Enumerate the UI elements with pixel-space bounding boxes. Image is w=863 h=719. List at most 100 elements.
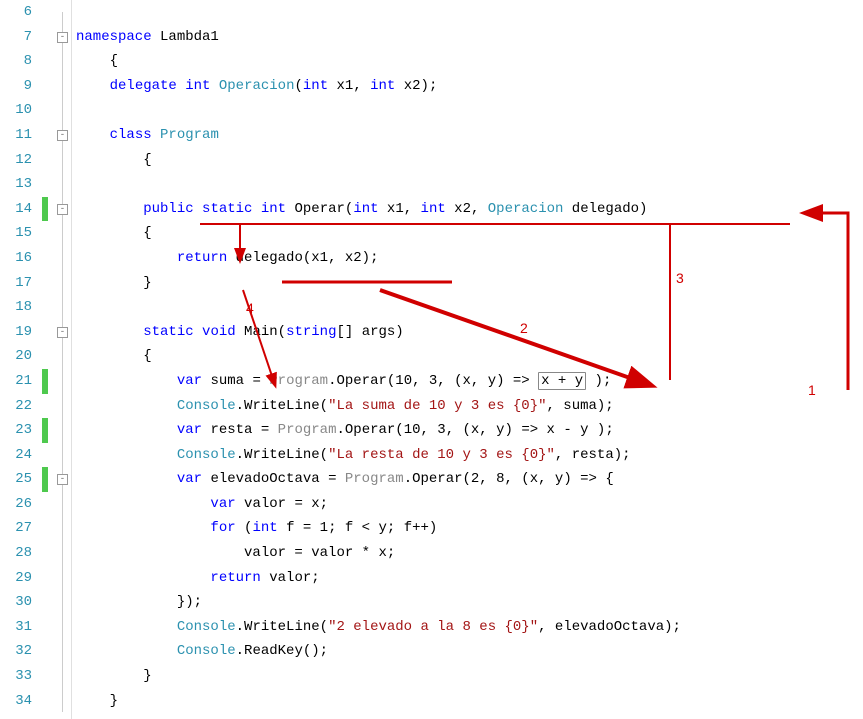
change-mark <box>42 369 48 394</box>
code-line[interactable]: var resta = Program.Operar(10, 3, (x, y)… <box>76 418 863 443</box>
code-token: delegado) <box>563 201 647 217</box>
code-token <box>76 398 177 414</box>
code-token: var <box>177 422 202 438</box>
code-line[interactable]: var suma = Program.Operar(10, 3, (x, y) … <box>76 369 863 394</box>
code-line[interactable]: }); <box>76 590 863 615</box>
line-number: 20 <box>0 344 32 369</box>
code-token <box>252 201 260 217</box>
code-token: Console <box>177 398 236 414</box>
code-token <box>76 422 177 438</box>
change-marks-column <box>40 0 54 719</box>
code-token: valor = valor * x; <box>76 545 395 561</box>
code-token: ); <box>586 373 611 389</box>
annotation-label-3: 3 <box>676 270 684 286</box>
code-token: .ReadKey(); <box>236 643 328 659</box>
code-line[interactable]: Console.WriteLine("2 elevado a la 8 es {… <box>76 615 863 640</box>
code-token: { <box>76 53 118 69</box>
code-token: int <box>370 78 395 94</box>
code-token <box>76 78 110 94</box>
code-token: Lambda1 <box>152 29 219 45</box>
code-token: x1, <box>379 201 421 217</box>
code-line[interactable] <box>76 0 863 25</box>
code-token: Console <box>177 619 236 635</box>
code-line[interactable] <box>76 172 863 197</box>
fold-toggle[interactable]: - <box>57 204 68 215</box>
code-token: int <box>303 78 328 94</box>
code-token: valor = x; <box>236 496 328 512</box>
code-token: { <box>76 152 152 168</box>
line-number: 30 <box>0 590 32 615</box>
code-line[interactable]: delegate int Operacion(int x1, int x2); <box>76 74 863 99</box>
code-line[interactable] <box>76 98 863 123</box>
code-line[interactable]: { <box>76 344 863 369</box>
fold-toggle[interactable]: - <box>57 474 68 485</box>
code-token <box>76 447 177 463</box>
code-line[interactable]: { <box>76 148 863 173</box>
code-token: , suma); <box>547 398 614 414</box>
change-mark <box>42 467 48 492</box>
code-token: int <box>252 520 277 536</box>
code-token <box>210 78 218 94</box>
code-token: .WriteLine( <box>236 447 328 463</box>
code-line[interactable]: Console.WriteLine("La resta de 10 y 3 es… <box>76 443 863 468</box>
code-token: "La resta de 10 y 3 es {0}" <box>328 447 555 463</box>
code-line[interactable]: } <box>76 689 863 714</box>
line-number: 7 <box>0 25 32 50</box>
code-token: { <box>76 225 152 241</box>
line-number: 9 <box>0 74 32 99</box>
code-line[interactable]: Console.WriteLine("La suma de 10 y 3 es … <box>76 394 863 419</box>
line-number: 23 <box>0 418 32 443</box>
code-line[interactable] <box>76 295 863 320</box>
code-token: var <box>177 373 202 389</box>
code-token: Operacion <box>488 201 564 217</box>
code-token: , elevadoOctava); <box>538 619 681 635</box>
code-line[interactable]: } <box>76 664 863 689</box>
code-token: static <box>202 201 252 217</box>
code-token: Operar( <box>286 201 353 217</box>
code-line[interactable]: class Program <box>76 123 863 148</box>
line-number: 31 <box>0 615 32 640</box>
code-line[interactable]: public static int Operar(int x1, int x2,… <box>76 197 863 222</box>
code-token: ( <box>236 520 253 536</box>
code-token <box>76 520 210 536</box>
code-line[interactable]: return delegado(x1, x2); <box>76 246 863 271</box>
code-token: x2, <box>446 201 488 217</box>
code-line[interactable]: for (int f = 1; f < y; f++) <box>76 516 863 541</box>
fold-toggle[interactable]: - <box>57 130 68 141</box>
line-number: 34 <box>0 689 32 714</box>
code-token: Program <box>278 422 337 438</box>
change-mark <box>42 197 48 222</box>
code-line[interactable]: { <box>76 221 863 246</box>
code-token <box>152 127 160 143</box>
code-token <box>194 201 202 217</box>
code-line[interactable]: var elevadoOctava = Program.Operar(2, 8,… <box>76 467 863 492</box>
code-area[interactable]: namespace Lambda1 { delegate int Operaci… <box>72 0 863 719</box>
code-token <box>177 78 185 94</box>
code-token: return <box>177 250 227 266</box>
line-number: 10 <box>0 98 32 123</box>
code-token: valor; <box>261 570 320 586</box>
code-token: .Operar(10, 3, (x, y) => <box>328 373 538 389</box>
code-token: Console <box>177 447 236 463</box>
code-token: delegado(x1, x2); <box>227 250 378 266</box>
code-token: { <box>76 348 152 364</box>
code-line[interactable]: namespace Lambda1 <box>76 25 863 50</box>
code-token: }); <box>76 594 202 610</box>
code-token: elevadoOctava = <box>202 471 345 487</box>
code-token <box>76 201 143 217</box>
code-line[interactable]: static void Main(string[] args) <box>76 320 863 345</box>
code-token: Console <box>177 643 236 659</box>
fold-toggle[interactable]: - <box>57 32 68 43</box>
code-token <box>76 127 110 143</box>
code-token: delegate <box>110 78 177 94</box>
code-line[interactable]: Console.ReadKey(); <box>76 639 863 664</box>
code-line[interactable]: } <box>76 271 863 296</box>
fold-toggle[interactable]: - <box>57 327 68 338</box>
code-line[interactable]: var valor = x; <box>76 492 863 517</box>
code-line[interactable]: { <box>76 49 863 74</box>
code-line[interactable]: valor = valor * x; <box>76 541 863 566</box>
code-line[interactable]: return valor; <box>76 566 863 591</box>
code-token: class <box>110 127 152 143</box>
code-token: x1, <box>328 78 370 94</box>
code-token: int <box>185 78 210 94</box>
